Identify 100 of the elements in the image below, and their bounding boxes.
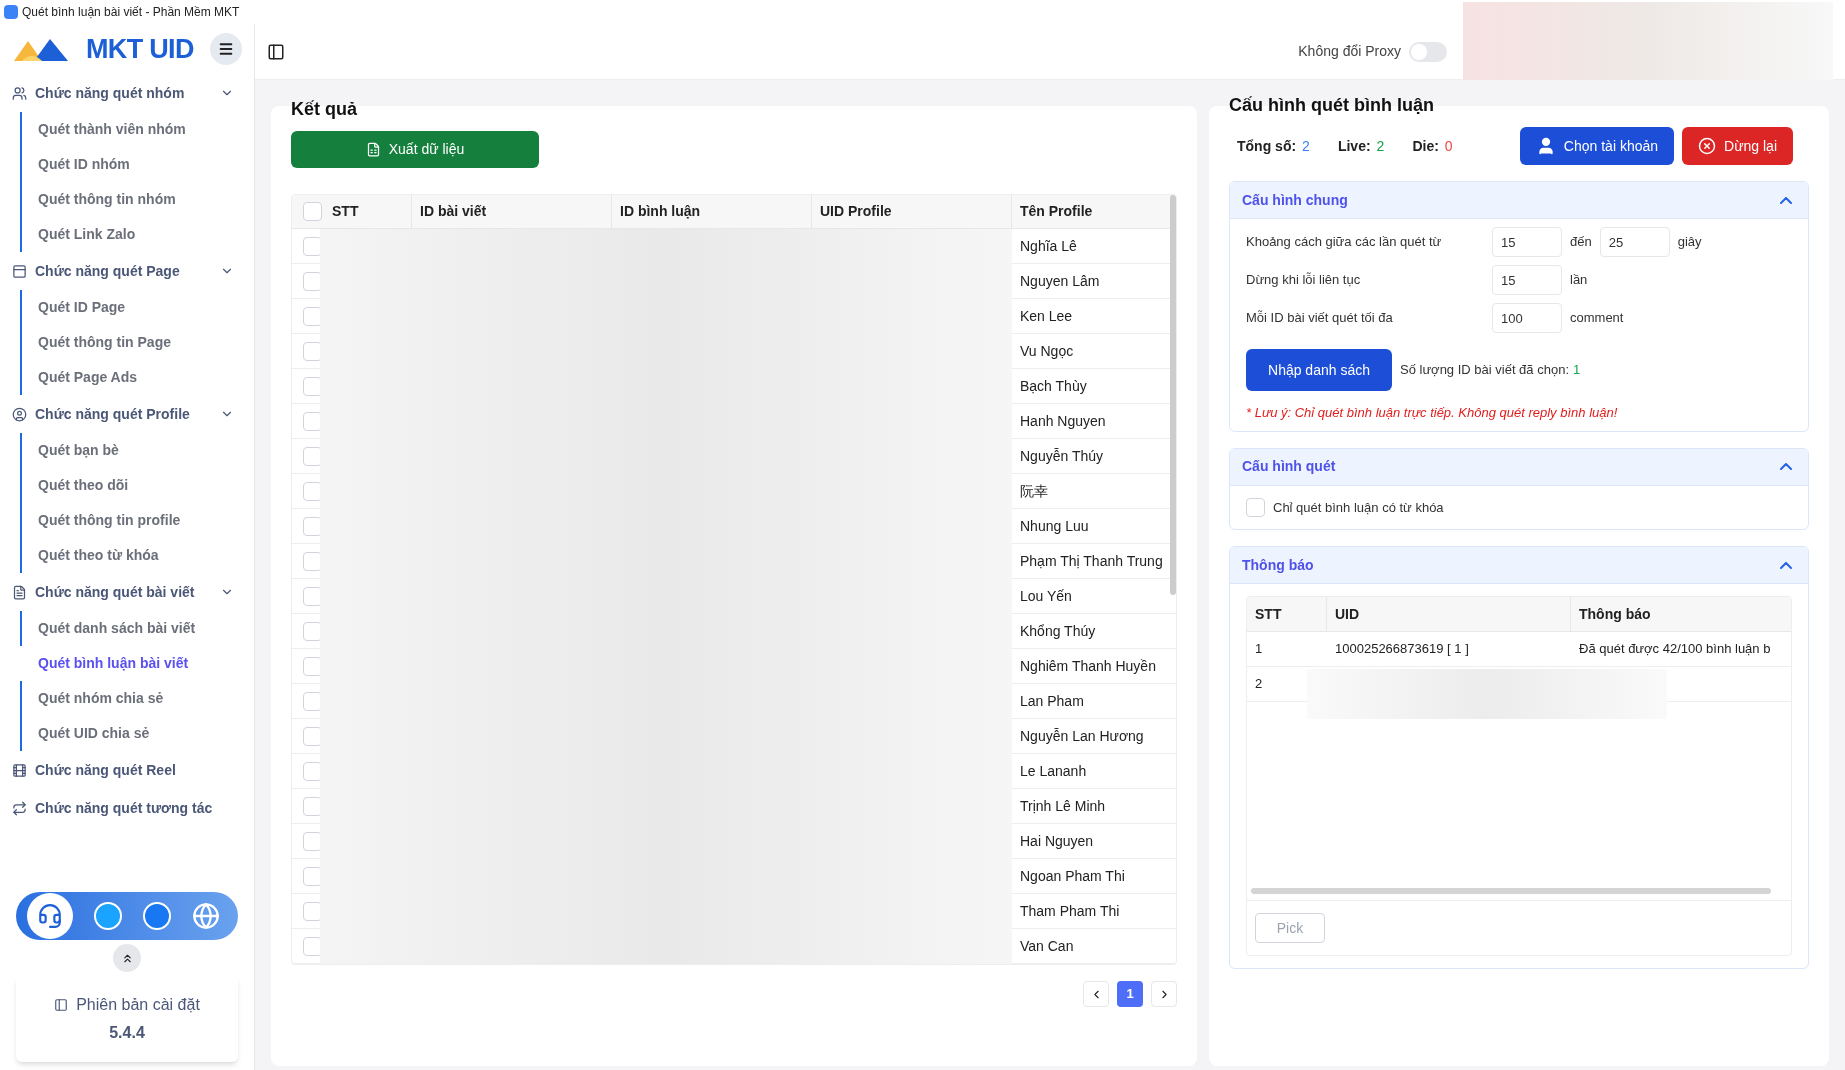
number-field[interactable]: 15 [1492,265,1562,295]
page-button[interactable]: 1 [1117,981,1143,1007]
sidebar-group[interactable]: Chức năng quét Profile [12,395,242,433]
sidebar-group[interactable]: Chức năng quét Page [12,252,242,290]
panel-title: Cấu hình quét bình luận [1229,94,1435,117]
sidebar-item[interactable]: Quét Page Ads [38,367,138,388]
table-cell-text: Ngoan Pham Thi [1020,866,1125,886]
section-header[interactable]: Cấu hình chung [1230,182,1808,219]
stat-label: Tổng số: [1237,136,1297,156]
pick-button[interactable]: Pick [1255,913,1325,943]
table-cell-text: Van Can [1020,936,1074,956]
table-cell-text: Nghiêm Thanh Huyền [1020,656,1156,676]
import-list-button[interactable]: Nhập danh sách [1246,349,1392,391]
column-header: UID [1335,604,1360,624]
sidebar-group[interactable]: Chức năng quét nhóm [12,74,242,112]
column-header: ID bình luận [620,202,701,221]
sidebar-item[interactable]: Quét nhóm chia sẻ [38,688,164,709]
chevron-icon [1780,561,1792,569]
table-cell-text: 阮幸 [1020,481,1048,501]
stop-button[interactable]: Dừng lại [1682,127,1793,165]
table-cell-text: Tham Pham Thi [1020,901,1120,921]
toggle-label: Không đổi Proxy [1298,42,1401,61]
table-cell-text: Lan Pham [1020,691,1084,711]
people-icon [12,85,27,101]
table-cell-text: Le Lananh [1020,761,1087,781]
sidebar-item[interactable]: Quét thông tin profile [38,510,181,531]
sidebar-group[interactable]: Chức năng quét tương tác [12,789,242,827]
menu-icon [218,41,234,57]
selected-count-value: 1 [1573,361,1581,380]
column-header: UID Profile [820,202,892,221]
section-header[interactable]: Thông báo [1230,547,1808,584]
table-cell-text: Trịnh Lê Minh [1020,796,1106,816]
panel-title: Kết quả [291,98,358,121]
spreadsheet-icon [365,142,381,157]
table-cell-text: 2 [1255,675,1263,694]
chevron-icon [1780,463,1792,470]
table-cell-text: 100025266873619 [ 1 ] [1335,640,1469,659]
support-headset-icon[interactable] [26,893,73,939]
section-header[interactable]: Cấu hình quét [1230,448,1808,486]
collapse-button[interactable] [113,944,141,972]
column-header: STT [332,202,359,221]
table-cell-text: Nhung Luu [1020,516,1089,536]
stat-value: 0 [1444,136,1453,156]
document-icon [12,584,27,600]
sidebar-group[interactable]: Chức năng quét Reel [12,751,242,789]
user-circle-icon [12,406,27,422]
table-cell-text: Hai Nguyen [1020,831,1094,851]
table-cell-text: Ken Lee [1020,306,1073,326]
version-icon [54,998,69,1012]
sidebar-item[interactable]: Quét UID chia sẻ [38,723,150,744]
proxy-toggle[interactable] [1409,41,1447,62]
version-label: Phiên bản cài đặt [76,995,200,1015]
page-icon [12,263,27,279]
table-cell-text: Nguyen Lâm [1020,271,1100,291]
table-cell-text: Nguyễn Thúy [1020,446,1103,466]
sidebar-item[interactable]: Quét ID Page [38,297,126,318]
sidebar-item[interactable]: Quét Link Zalo [38,224,136,245]
unit-label: giây [1677,233,1702,252]
sidebar-item[interactable]: Quét ID nhóm [38,154,130,175]
unit-label: comment [1570,309,1624,328]
field-label: Dừng khi lỗi liên tục [1246,271,1362,290]
window-title: Quét bình luận bài viết - Phần Mềm MKT [22,4,240,21]
sidebar-item[interactable]: Quét thành viên nhóm [38,119,186,140]
table-cell-text: Đã quét được 42/100 bình luận b [1579,640,1771,659]
column-header: STT [1255,604,1282,624]
number-field[interactable]: 25 [1599,227,1670,257]
choose-account-button[interactable]: Chọn tài khoản [1519,127,1675,165]
checkbox[interactable] [1246,497,1265,517]
checkbox[interactable] [302,202,322,221]
column-header: Thông báo [1579,604,1651,624]
sidebar-group[interactable]: Chức năng quét bài viết [12,573,242,611]
menu-button[interactable] [210,33,242,65]
prev-page-button[interactable] [1083,981,1109,1007]
version-number: 5.4.4 [109,1023,145,1043]
table-cell-text: Nguyễn Lan Hương [1020,726,1144,746]
table-cell-text: Vu Ngọc [1020,341,1074,361]
globe-icon[interactable] [191,902,220,930]
sidebar-item[interactable]: Quét thông tin Page [38,332,171,353]
table-cell-text: Khổng Thúy [1020,621,1096,641]
repeat-icon [12,800,27,816]
film-reel-icon [12,762,27,778]
sidebar-item[interactable]: Quét theo dõi [38,475,129,496]
sidebar-item[interactable]: Quét bạn bè [38,440,119,461]
chevron-icon [1780,196,1792,204]
next-page-button[interactable] [1151,981,1177,1007]
stat-label: Live: [1337,136,1371,156]
number-field[interactable]: 15 [1492,227,1562,257]
export-button[interactable]: Xuất dữ liệu [291,131,539,168]
table-cell-text: Lou Yến [1020,586,1072,606]
sidebar-item[interactable]: Quét bình luận bài viết [38,653,189,674]
table-cell-text: Phạm Thị Thanh Trung [1020,551,1163,571]
logo-text: MKT UID [86,32,194,66]
sidebar-item[interactable]: Quét danh sách bài viết [38,618,196,639]
sidebar-toggle-icon[interactable] [267,42,285,61]
number-field[interactable]: 100 [1492,303,1562,333]
sidebar-item[interactable]: Quét thông tin nhóm [38,189,176,210]
stat-value: 2 [1376,136,1385,156]
table-cell-text: Bạch Thùy [1020,376,1087,396]
sidebar-item[interactable]: Quét theo từ khóa [38,545,159,566]
column-header: ID bài viết [420,202,487,221]
